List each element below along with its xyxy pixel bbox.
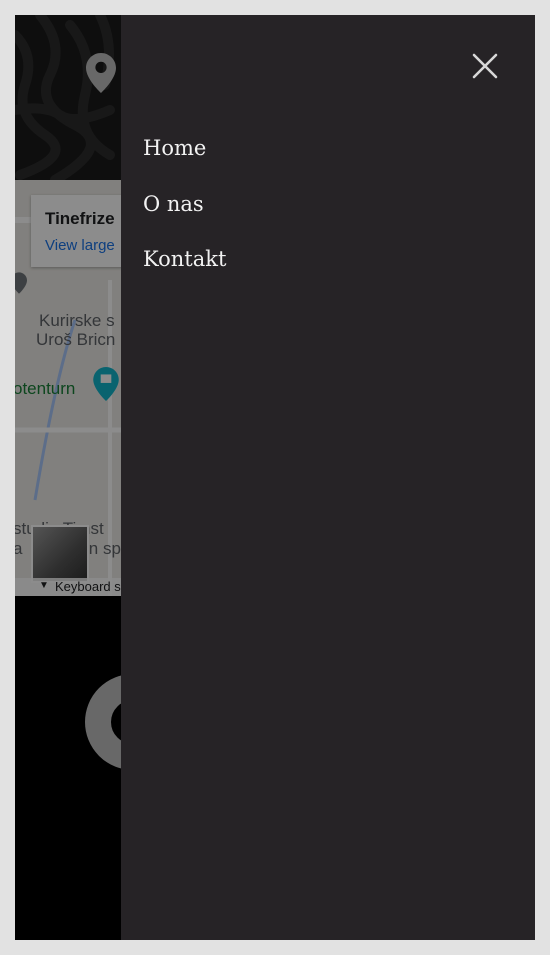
close-icon[interactable] bbox=[471, 52, 499, 80]
menu-item-home[interactable]: Home bbox=[143, 133, 226, 189]
menu-item-kontakt[interactable]: Kontakt bbox=[143, 244, 226, 300]
menu-item-o-nas[interactable]: O nas bbox=[143, 189, 226, 245]
menu-nav: Home O nas Kontakt bbox=[143, 133, 226, 300]
side-menu: Home O nas Kontakt bbox=[121, 15, 535, 940]
page-viewport: Tinefrize View large Kurirske s Uroš Bri… bbox=[15, 15, 535, 940]
